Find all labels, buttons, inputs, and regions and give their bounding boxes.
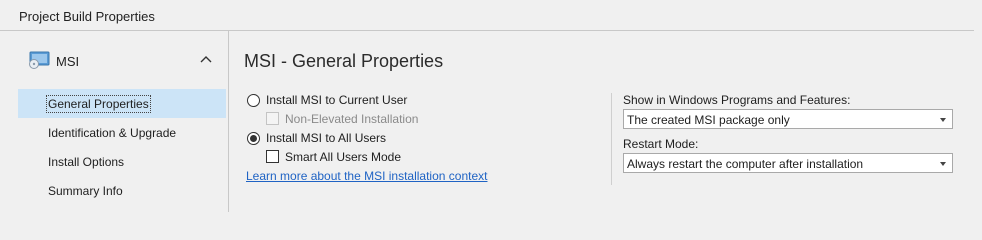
window-header: Project Build Properties <box>0 0 974 31</box>
chevron-down-icon <box>940 162 946 166</box>
show-in-programs-label: Show in Windows Programs and Features: <box>623 93 851 107</box>
smart-all-users-checkbox[interactable] <box>266 150 279 163</box>
page-title: MSI - General Properties <box>244 51 444 71</box>
smart-all-users-label: Smart All Users Mode <box>285 150 402 164</box>
msi-package-icon <box>29 51 50 69</box>
window-title: Project Build Properties <box>19 9 155 24</box>
show-in-programs-select[interactable]: The created MSI package only <box>623 109 953 129</box>
show-in-programs-value: The created MSI package only <box>627 113 790 127</box>
chevron-down-icon <box>940 118 946 122</box>
restart-mode-label: Restart Mode: <box>623 137 699 151</box>
learn-more-link[interactable]: Learn more about the MSI installation co… <box>246 169 487 183</box>
restart-mode-value: Always restart the computer after instal… <box>627 157 864 171</box>
sidebar-item-label: General Properties <box>46 95 151 113</box>
non-elevated-checkbox <box>266 112 279 125</box>
sidebar-item-general-properties[interactable]: General Properties <box>18 89 226 118</box>
current-user-label: Install MSI to Current User <box>266 93 408 107</box>
sidebar-group-msi[interactable]: MSI <box>18 45 226 79</box>
sidebar-item-identification-upgrade[interactable]: Identification & Upgrade <box>18 118 226 147</box>
sidebar: MSI General Properties Identification & … <box>0 31 229 212</box>
non-elevated-label: Non-Elevated Installation <box>285 112 419 126</box>
all-users-label: Install MSI to All Users <box>266 131 387 145</box>
sidebar-item-label: Identification & Upgrade <box>48 126 177 140</box>
chevron-up-icon[interactable] <box>200 54 212 66</box>
restart-mode-select[interactable]: Always restart the computer after instal… <box>623 153 953 173</box>
main-panel: MSI - General Properties Install MSI to … <box>229 31 982 212</box>
current-user-radio[interactable] <box>247 94 260 107</box>
sidebar-item-summary-info[interactable]: Summary Info <box>18 176 226 205</box>
sidebar-item-install-options[interactable]: Install Options <box>18 147 226 176</box>
sidebar-item-label: Install Options <box>48 155 125 169</box>
all-users-radio[interactable] <box>247 132 260 145</box>
sidebar-item-label: Summary Info <box>48 184 123 198</box>
sidebar-group-label: MSI <box>56 54 80 69</box>
column-divider <box>611 93 612 185</box>
